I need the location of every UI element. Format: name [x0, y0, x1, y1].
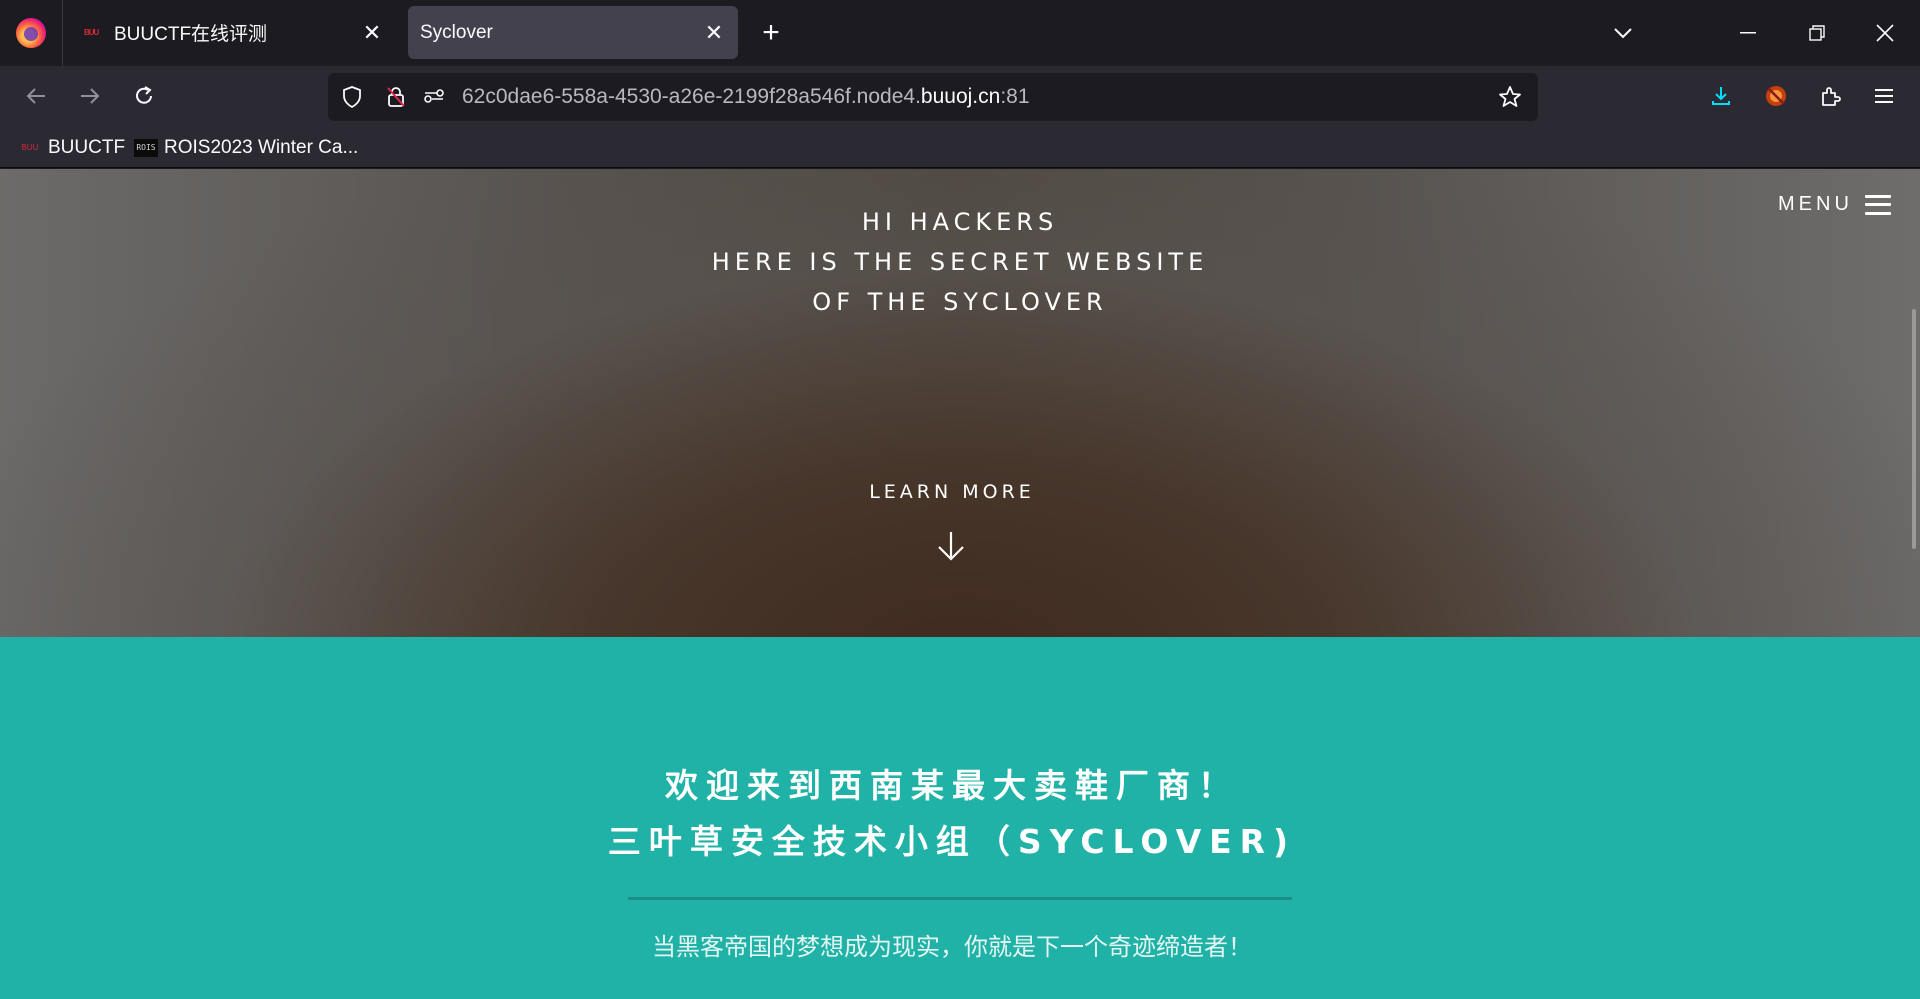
permissions-icon[interactable]	[420, 83, 448, 111]
buuctf-favicon-icon: BUU	[84, 27, 99, 37]
page-viewport: MENU HI HACKERS HERE IS THE SECRET WEBSI…	[0, 169, 1920, 999]
bookmark-buuctf[interactable]: BUU BUUCTF	[18, 134, 126, 162]
buuctf-favicon-icon: BUU	[21, 143, 39, 152]
forward-arrow-icon[interactable]	[68, 74, 112, 118]
url-text[interactable]: 62c0dae6-558a-4530-a26e-2199f28a546f.nod…	[462, 85, 1030, 109]
navigation-toolbar: 62c0dae6-558a-4530-a26e-2199f28a546f.nod…	[0, 66, 1920, 128]
tab-strip: BUU BUUCTF在线评测 ✕ Syclover ✕ +	[0, 0, 1920, 66]
section-subtitle: 当黑客帝国的梦想成为现实，你就是下一个奇迹缔造者！	[652, 933, 1252, 961]
address-bar[interactable]: 62c0dae6-558a-4530-a26e-2199f28a546f.nod…	[328, 73, 1538, 121]
page-scrollbar[interactable]	[1912, 309, 1916, 549]
hero-line-3: OF THE SYCLOVER	[812, 288, 1108, 316]
minimize-icon[interactable]	[1725, 10, 1771, 56]
close-tab-icon[interactable]: ✕	[354, 15, 390, 51]
back-arrow-icon[interactable]	[14, 74, 58, 118]
bookmark-label: BUUCTF	[48, 137, 126, 158]
bookmarks-toolbar: BUU BUUCTF ROIS ROIS2023 Winter Ca...	[0, 128, 1920, 168]
section-divider	[628, 897, 1292, 900]
arrow-down-icon[interactable]	[934, 529, 968, 563]
url-domain: buuoj.cn	[920, 85, 1001, 108]
hero-line-2: HERE IS THE SECRET WEBSITE	[711, 248, 1209, 276]
insecure-lock-icon[interactable]	[382, 83, 410, 111]
url-port: :81	[1000, 85, 1030, 108]
hero-heading: HI HACKERS HERE IS THE SECRET WEBSITE OF…	[0, 202, 1920, 322]
bookmark-label: ROIS2023 Winter Ca...	[164, 137, 359, 158]
learn-more-link[interactable]: LEARN MORE	[0, 481, 1904, 503]
extensions-puzzle-icon[interactable]	[1809, 74, 1853, 118]
hero-section: MENU HI HACKERS HERE IS THE SECRET WEBSI…	[0, 169, 1920, 637]
reload-icon[interactable]	[122, 74, 166, 118]
tab-separator	[62, 0, 63, 66]
tab-title: BUUCTF在线评测	[114, 24, 268, 45]
section-title-line-2: 三叶草安全技术小组（SYCLOVER)	[607, 822, 1297, 861]
hero-line-1: HI HACKERS	[861, 208, 1059, 236]
list-all-tabs-chevron-icon[interactable]	[1600, 10, 1646, 56]
tracking-protection-shield-icon[interactable]	[338, 83, 366, 111]
app-menu-hamburger-icon[interactable]	[1862, 74, 1906, 118]
tab-buuctf[interactable]: BUU BUUCTF在线评测 ✕	[70, 6, 396, 59]
bookmark-star-icon[interactable]	[1496, 83, 1524, 111]
restore-icon[interactable]	[1794, 10, 1840, 56]
new-tab-button[interactable]: +	[752, 14, 790, 52]
url-prefix: 62c0dae6-558a-4530-a26e-2199f28a546f.nod…	[462, 85, 921, 108]
close-window-icon[interactable]	[1862, 10, 1908, 56]
rois-favicon-icon: ROIS	[134, 139, 158, 157]
section-title-line-1: 欢迎来到西南某最大卖鞋厂商！	[665, 766, 1239, 805]
bookmark-rois2023[interactable]: ROIS ROIS2023 Winter Ca...	[134, 134, 358, 162]
close-tab-icon[interactable]: ✕	[696, 15, 732, 51]
intro-section: 欢迎来到西南某最大卖鞋厂商！ 三叶草安全技术小组（SYCLOVER) 当黑客帝国…	[0, 637, 1920, 999]
tab-syclover[interactable]: Syclover ✕	[408, 6, 738, 59]
downloads-icon[interactable]	[1699, 74, 1743, 118]
firefox-view-icon[interactable]	[16, 18, 46, 48]
tab-title: Syclover	[420, 21, 493, 43]
extension-hackbar-icon[interactable]	[1754, 74, 1798, 118]
